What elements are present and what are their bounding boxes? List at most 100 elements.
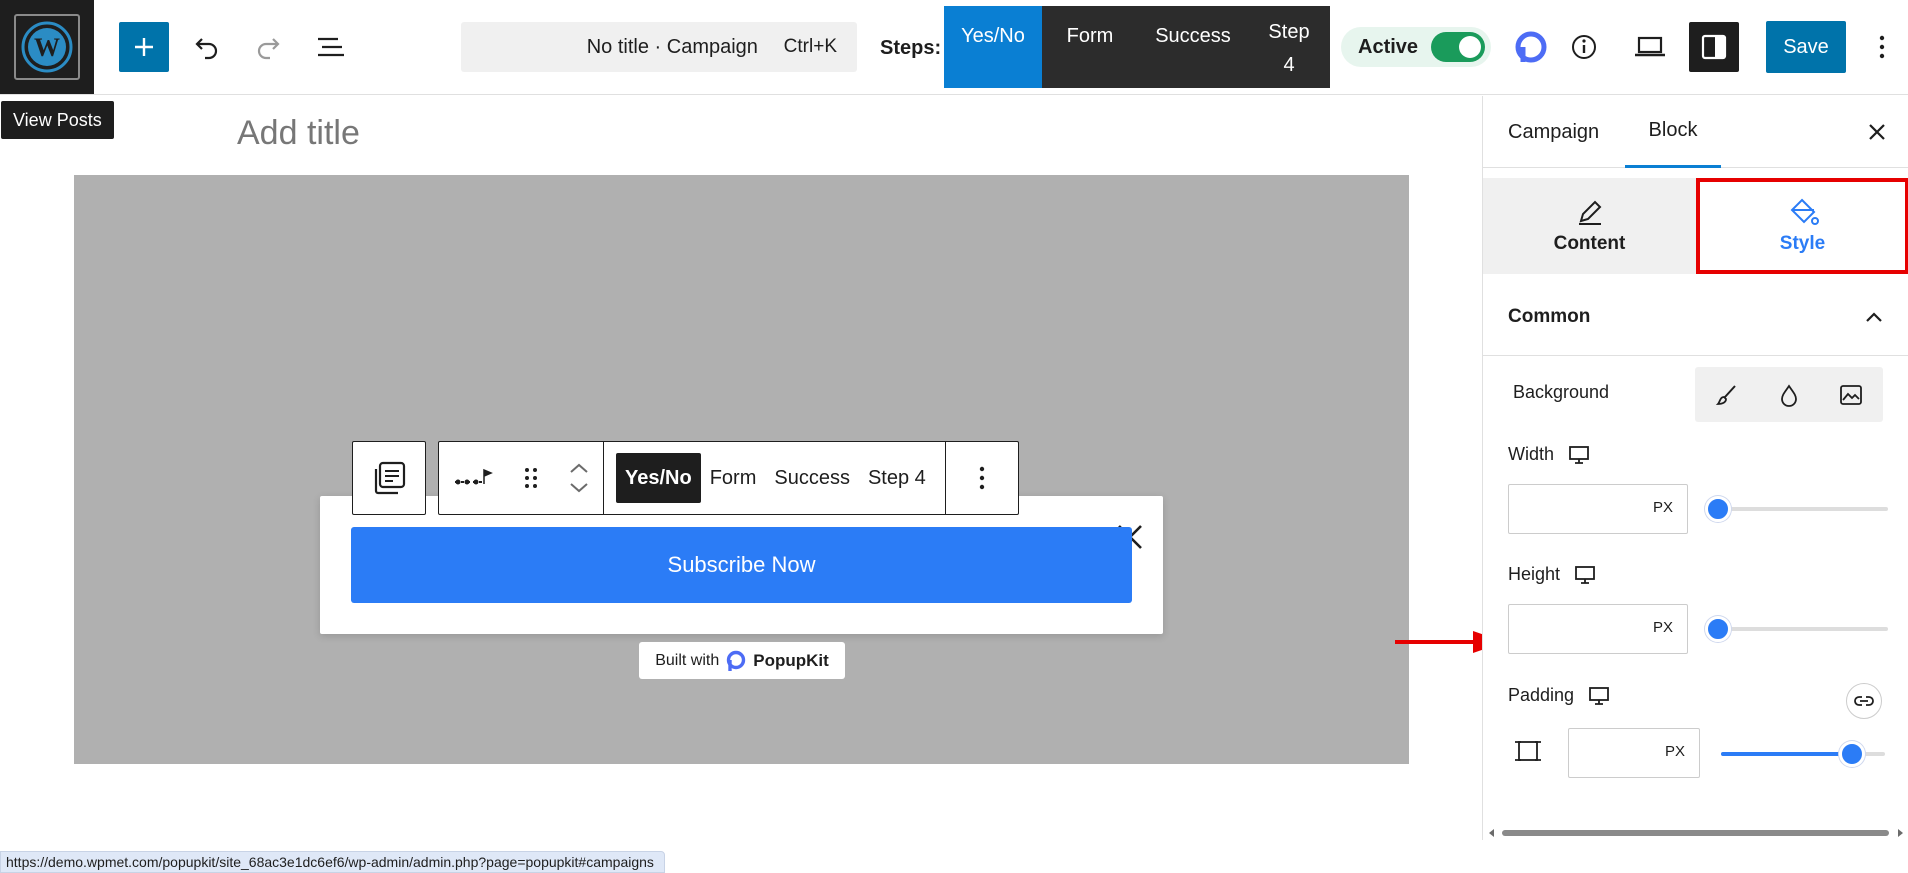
campaign-status: Active: [1341, 27, 1491, 67]
save-button[interactable]: Save: [1766, 21, 1846, 73]
chevron-up-icon: [1866, 311, 1882, 322]
step-form[interactable]: Form: [1042, 6, 1138, 88]
height-slider-thumb[interactable]: [1705, 616, 1731, 642]
width-input[interactable]: PX: [1508, 484, 1688, 534]
add-block-button[interactable]: [119, 22, 169, 72]
settings-sidebar: Campaign Block Content Style Common Back…: [1482, 96, 1908, 840]
box-sides-icon[interactable]: [1513, 736, 1543, 766]
chevron-up-icon[interactable]: [569, 462, 589, 474]
document-title: No title · Campaign: [586, 35, 758, 58]
redo-icon: [257, 38, 280, 60]
width-label-text: Width: [1508, 444, 1555, 464]
block-toolbar: Yes/No Form Success Step 4: [352, 441, 1019, 515]
link-icon: [1854, 696, 1874, 706]
block-options-button[interactable]: [946, 442, 1018, 514]
chevron-down-icon[interactable]: [569, 482, 589, 494]
paint-bucket-icon: [1790, 198, 1819, 225]
block-type-button[interactable]: [439, 442, 507, 514]
plus-icon: [135, 38, 153, 56]
padding-slider-thumb[interactable]: [1839, 741, 1866, 767]
width-slider-thumb[interactable]: [1705, 496, 1731, 522]
block-toolbar-main: Yes/No Form Success Step 4: [438, 441, 1019, 515]
scroll-left-icon[interactable]: [1488, 829, 1496, 837]
width-unit[interactable]: PX: [1653, 499, 1673, 516]
height-label-text: Height: [1508, 564, 1561, 584]
undo-button[interactable]: [185, 25, 229, 69]
select-parent-block-button[interactable]: [352, 441, 426, 515]
link-sides-button[interactable]: [1846, 683, 1882, 719]
info-icon: [1572, 35, 1596, 59]
popupkit-logo-icon: [1515, 31, 1547, 63]
desktop-icon[interactable]: [1568, 445, 1590, 465]
sidebar-horizontal-scrollbar[interactable]: [1488, 829, 1904, 837]
desktop-icon[interactable]: [1574, 565, 1596, 585]
view-posts-tooltip: View Posts: [1, 101, 114, 139]
height-label: Height: [1508, 564, 1596, 585]
brush-icon[interactable]: [1715, 383, 1739, 407]
sidebar-toggle-icon: [1701, 34, 1727, 60]
undo-icon: [195, 38, 218, 60]
preview-button[interactable]: [1628, 25, 1672, 69]
redo-button[interactable]: [246, 25, 290, 69]
details-button[interactable]: [1562, 25, 1606, 69]
popupkit-button[interactable]: [1509, 25, 1553, 69]
close-icon[interactable]: [1863, 118, 1891, 146]
status-toggle[interactable]: [1431, 32, 1485, 62]
pencil-icon: [1578, 200, 1601, 225]
wordpress-logo-button[interactable]: W: [0, 0, 94, 94]
popup-container[interactable]: Subscribe Now: [320, 496, 1163, 634]
list-view-icon: [318, 37, 344, 57]
drag-handle[interactable]: [507, 442, 555, 514]
width-slider[interactable]: [1705, 496, 1888, 522]
drag-icon: [525, 468, 537, 488]
tab-campaign[interactable]: Campaign: [1508, 96, 1599, 168]
tab-style[interactable]: Style: [1696, 178, 1908, 274]
height-input[interactable]: PX: [1508, 604, 1688, 654]
built-with-badge[interactable]: Built with PopupKit: [639, 642, 845, 679]
padding-label-text: Padding: [1508, 685, 1575, 705]
padding-input[interactable]: PX: [1568, 728, 1700, 778]
tab-block[interactable]: Block: [1625, 96, 1721, 168]
scroll-right-icon[interactable]: [1896, 829, 1904, 837]
step-4-label: Step 4: [1268, 21, 1310, 76]
image-icon[interactable]: [1839, 383, 1863, 407]
gradient-drop-icon[interactable]: [1778, 383, 1800, 407]
post-title-input[interactable]: Add title: [237, 114, 360, 153]
toolbar-step-4[interactable]: Step 4: [859, 453, 935, 503]
mode-tabs: Content Style: [1483, 178, 1908, 274]
svg-text:W: W: [34, 33, 60, 62]
vertical-dots-icon: [1879, 35, 1885, 59]
desktop-icon[interactable]: [1588, 686, 1610, 706]
step-success[interactable]: Success: [1138, 6, 1248, 88]
settings-sidebar-button[interactable]: [1689, 22, 1739, 72]
height-slider[interactable]: [1705, 616, 1888, 642]
tab-style-label: Style: [1779, 233, 1826, 254]
options-button[interactable]: [1864, 25, 1900, 69]
background-type-options: [1695, 367, 1883, 422]
padding-unit[interactable]: PX: [1665, 743, 1685, 760]
status-label: Active: [1358, 35, 1419, 58]
background-label: Background: [1513, 382, 1609, 403]
toolbar-step-yes-no[interactable]: Yes/No: [616, 453, 701, 503]
step-4[interactable]: Step 4: [1248, 6, 1330, 88]
command-search[interactable]: No title · Campaign Ctrl+K: [461, 22, 857, 72]
subscribe-button[interactable]: Subscribe Now: [351, 527, 1132, 603]
document-overview-button[interactable]: [309, 25, 353, 69]
section-title: Common: [1508, 305, 1591, 327]
block-tools-group: [439, 442, 604, 514]
popupkit-brand: PopupKit: [753, 650, 829, 670]
move-buttons: [555, 442, 603, 514]
width-label: Width: [1508, 444, 1590, 465]
toggle-knob: [1459, 36, 1481, 58]
step-yes-no[interactable]: Yes/No: [944, 6, 1042, 88]
tab-content[interactable]: Content: [1483, 178, 1696, 274]
toolbar-step-form[interactable]: Form: [701, 453, 766, 503]
common-section-toggle[interactable]: Common: [1483, 278, 1908, 356]
height-unit[interactable]: PX: [1653, 619, 1673, 636]
search-shortcut: Ctrl+K: [783, 36, 837, 57]
toolbar-step-success[interactable]: Success: [765, 453, 859, 503]
scrollbar-thumb[interactable]: [1502, 830, 1889, 836]
background-label-text: Background: [1513, 382, 1610, 402]
padding-slider[interactable]: [1721, 741, 1885, 767]
status-bar-url: https://demo.wpmet.com/popupkit/site_68a…: [0, 851, 665, 873]
